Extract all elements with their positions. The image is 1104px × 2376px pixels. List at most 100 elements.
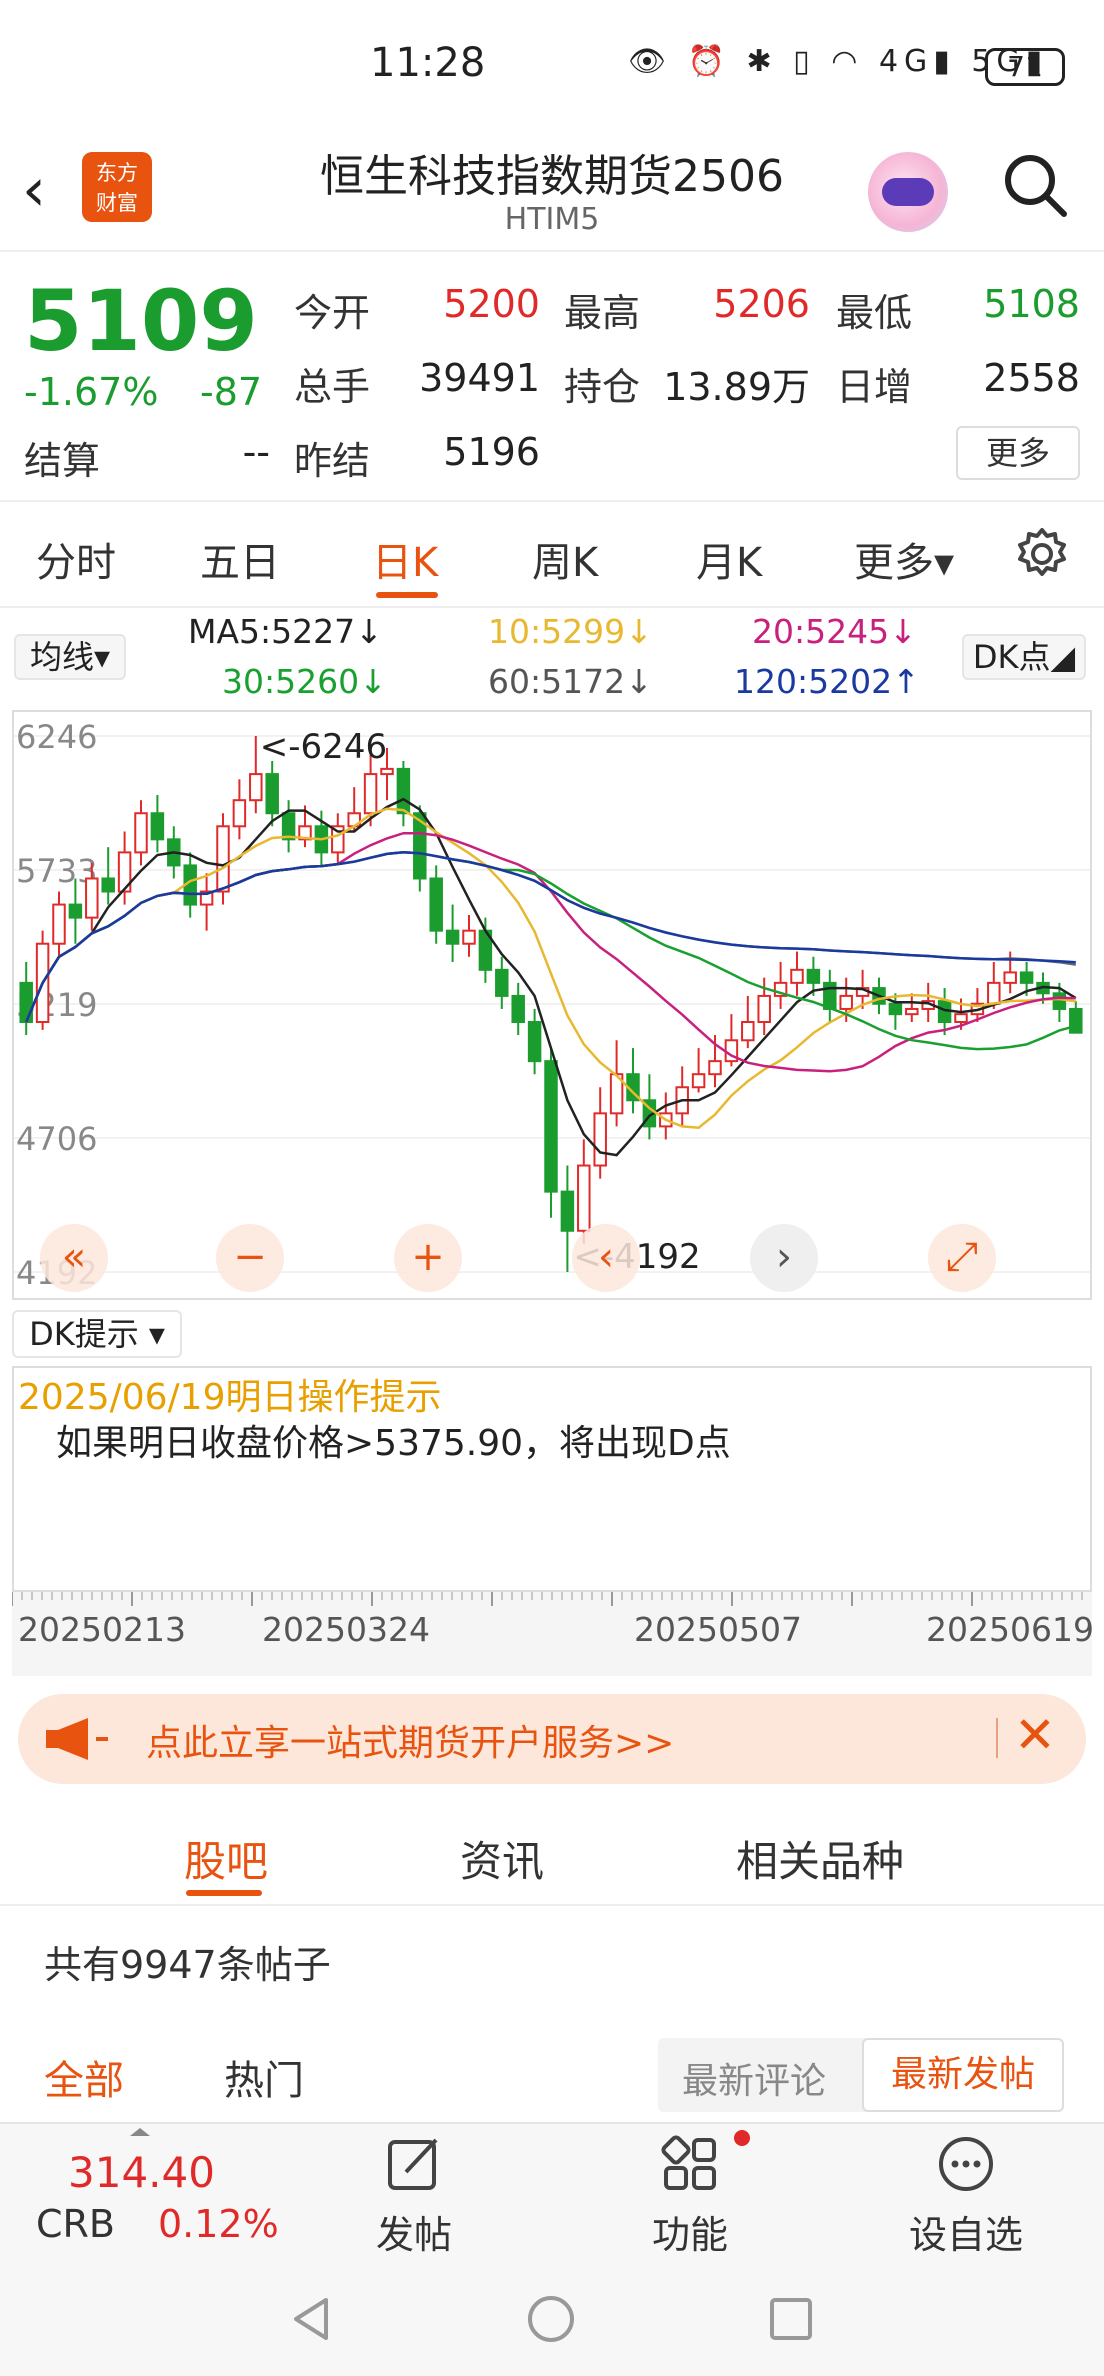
active-tab-indicator <box>376 592 438 598</box>
candle-body <box>1052 992 1067 1010</box>
volume-value: 39491 <box>419 356 540 400</box>
banner-divider <box>996 1718 998 1758</box>
dk-point-select[interactable]: DK点◢ <box>962 634 1086 680</box>
content-tabs: 股吧 资讯 相关品种 <box>0 1806 1104 1906</box>
candle-body <box>544 1060 558 1193</box>
candle-body <box>839 994 853 1010</box>
dk-tip-select[interactable]: DK提示 ▾ <box>12 1310 182 1358</box>
zoom-out-icon-glyph: − <box>233 1234 267 1280</box>
ma-legend: 均线▾ MA5:5227↓ 10:5299↓ 20:5245↓ 30:5260↓… <box>0 608 1104 710</box>
active-tab-indicator <box>186 1890 262 1896</box>
date-scroll-ruler[interactable]: 20250213 20250324 20250507 20250619 <box>12 1592 1094 1676</box>
sort-latest-post[interactable]: 最新发帖 <box>862 2038 1064 2112</box>
notification-dot <box>734 2130 750 2146</box>
candle-body <box>396 767 411 815</box>
ma-select[interactable]: 均线▾ <box>14 634 126 680</box>
next-icon-glyph: › <box>776 1234 792 1280</box>
oi-value: 13.89万 <box>663 365 810 409</box>
candle-body <box>954 1013 968 1024</box>
tab-forum[interactable]: 股吧 <box>184 1828 268 1889</box>
dk-tip-date: 2025/06/19明日操作提示 <box>18 1377 442 1418</box>
candle-body <box>757 994 771 1024</box>
crb-label[interactable]: CRB <box>36 2202 115 2246</box>
nav-recents-icon[interactable] <box>766 2294 816 2344</box>
function-grid-icon[interactable] <box>660 2134 720 2194</box>
tab-five-day[interactable]: 五日 <box>200 530 280 588</box>
crb-price[interactable]: 314.40 <box>68 2148 215 2197</box>
ma120-value: 120:5202↑ <box>734 662 920 701</box>
kline-svg: 62465733521947064192<-6246<-4192«−+‹›⤢ <box>14 718 1090 1292</box>
tab-daily-k[interactable]: 日K <box>372 530 438 588</box>
ma5-value: MA5:5227↓ <box>188 612 383 651</box>
date-tick-1: 20250213 <box>18 1610 186 1649</box>
tab-monthly-k[interactable]: 月K <box>696 530 762 588</box>
candle-body <box>249 773 263 802</box>
candle-body <box>85 877 99 919</box>
battery-icon: 71 <box>985 48 1065 86</box>
change-percent: -1.67% <box>24 370 159 414</box>
app-screen: 11:28 👁 ⏰ ✱ ▯ ◠ 4G▮ 5G▮ 71 ‹ 东方 财富 恒生科技指… <box>0 0 1104 2376</box>
prev-settle-value: 5196 <box>443 430 540 474</box>
filter-all[interactable]: 全部 <box>44 2048 124 2106</box>
candle-body <box>445 929 460 945</box>
expand-arrow-icon[interactable] <box>130 2128 150 2136</box>
low-label: 最低 <box>836 291 913 335</box>
candle-body <box>1019 971 1034 984</box>
tab-related[interactable]: 相关品种 <box>736 1828 904 1889</box>
candle-body <box>741 1021 755 1042</box>
ma10-value: 10:5299↓ <box>488 612 653 651</box>
edit-post-icon[interactable] <box>384 2134 444 2194</box>
banner-text: 点此立享一站式期货开户服务>> <box>146 1723 675 1764</box>
candle-body <box>68 903 83 919</box>
prev-icon-glyph: ‹ <box>598 1234 614 1280</box>
settle-label: 结算 <box>24 439 101 483</box>
sort-latest-comment[interactable]: 最新评论 <box>682 2052 826 2104</box>
crb-percent[interactable]: 0.12% <box>158 2202 279 2246</box>
gear-icon[interactable] <box>1014 526 1070 582</box>
ruler-ticks <box>12 1592 1083 1606</box>
nav-home-icon[interactable] <box>526 2294 576 2344</box>
filter-hot[interactable]: 热门 <box>224 2048 304 2106</box>
daily-inc-value: 2558 <box>983 356 1080 400</box>
ma60-value: 60:5172↓ <box>488 662 653 701</box>
high-annotation: <-6246 <box>260 727 387 767</box>
candle-body <box>232 799 247 828</box>
post-button[interactable]: 发帖 <box>354 2204 474 2259</box>
tab-weekly-k[interactable]: 周K <box>532 530 598 588</box>
candle-body <box>19 981 33 1024</box>
date-tick-4: 20250619 <box>926 1610 1094 1649</box>
more-quote-button[interactable]: 更多 <box>956 426 1080 480</box>
tab-intraday[interactable]: 分时 <box>36 530 116 588</box>
kline-chart[interactable]: 62465733521947064192<-6246<-4192«−+‹›⤢ <box>12 710 1092 1300</box>
assistant-robot-icon[interactable] <box>868 152 948 232</box>
oi-label: 持仓 <box>564 365 641 409</box>
account-open-banner[interactable]: 点此立享一站式期货开户服务>> ✕ <box>18 1694 1086 1784</box>
nav-back-icon[interactable] <box>286 2294 336 2344</box>
candle-body <box>150 812 165 841</box>
open-value: 5200 <box>443 282 540 326</box>
more-dots-icon[interactable] <box>936 2134 996 2194</box>
post-count: 共有9947条帖子 <box>44 1943 331 1987</box>
settle-value: -- <box>242 430 270 474</box>
status-bar: 11:28 👁 ⏰ ✱ ▯ ◠ 4G▮ 5G▮ 71 <box>0 0 1104 130</box>
candle-body <box>708 1060 722 1076</box>
candle-body <box>52 903 66 945</box>
bottom-toolbar: 314.40 CRB 0.12% 发帖 功能 设自选 <box>0 2122 1104 2258</box>
candle-body <box>560 1190 575 1232</box>
tab-more[interactable]: 更多▾ <box>854 530 954 588</box>
daily-inc-label: 日增 <box>836 365 913 409</box>
megaphone-icon <box>46 1718 108 1760</box>
tab-news[interactable]: 资讯 <box>460 1828 544 1889</box>
zoom-in-icon-glyph: + <box>411 1234 445 1280</box>
candle-body <box>363 773 378 815</box>
candle-body <box>380 767 394 776</box>
close-icon[interactable]: ✕ <box>1014 1706 1056 1764</box>
candle-body <box>806 968 821 984</box>
add-favorite-button[interactable]: 设自选 <box>906 2204 1026 2259</box>
candle-body <box>281 812 296 841</box>
ma20-value: 20:5245↓ <box>752 612 917 651</box>
search-icon[interactable] <box>1000 150 1070 220</box>
candle-body <box>429 877 443 932</box>
candle-body <box>134 812 148 854</box>
function-button[interactable]: 功能 <box>630 2204 750 2259</box>
